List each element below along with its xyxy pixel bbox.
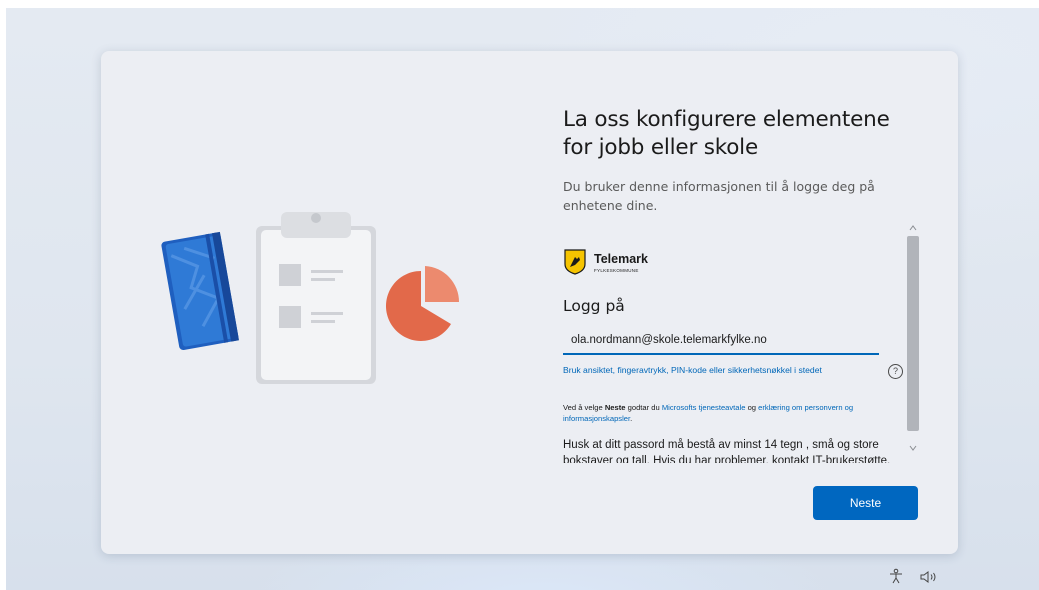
terms-prefix: Ved å velge xyxy=(563,403,603,412)
terms-of-service-link[interactable]: Microsofts tjenesteavtale xyxy=(662,403,746,412)
scrollbar-thumb[interactable] xyxy=(907,236,919,431)
signin-scrollbar[interactable] xyxy=(906,221,920,461)
org-subtitle: FYLKESKOMMUNE xyxy=(594,268,639,273)
terms-bold: Neste xyxy=(604,403,626,412)
terms-middle: godtar du xyxy=(627,403,660,412)
signin-frame: Telemark FYLKESKOMMUNE Logg på Bruk ansi… xyxy=(563,227,923,463)
page-title: La oss konfigurere elementene for jobb e… xyxy=(563,107,890,160)
volume-icon[interactable] xyxy=(920,570,938,584)
clipboard-icon xyxy=(256,212,376,384)
notebook-icon xyxy=(161,231,239,351)
setup-window: La oss konfigurere elementene for jobb e… xyxy=(101,51,958,554)
next-button[interactable]: Neste xyxy=(813,486,918,520)
scroll-up-icon[interactable] xyxy=(908,223,918,233)
page-subtitle: Du bruker denne informasjonen til å logg… xyxy=(563,179,875,213)
pie-chart-icon xyxy=(385,266,460,341)
desktop-background: La oss konfigurere elementene for jobb e… xyxy=(6,8,1039,590)
setup-content-pane: La oss konfigurere elementene for jobb e… xyxy=(563,51,958,554)
terms-end: . xyxy=(630,414,633,423)
organization-logo: Telemark FYLKESKOMMUNE xyxy=(564,249,684,279)
accessibility-icon[interactable] xyxy=(888,568,904,584)
help-icon[interactable]: ? xyxy=(888,364,903,379)
password-note: Husk at ditt passord må bestå av minst 1… xyxy=(563,439,891,463)
scroll-down-icon[interactable] xyxy=(908,443,918,453)
terms-text: Ved å velge Neste godtar du Microsofts t… xyxy=(563,402,888,424)
terms-and: og xyxy=(747,403,757,412)
org-name: Telemark xyxy=(594,252,648,266)
passwordless-signin-link[interactable]: Bruk ansiktet, fingeravtrykk, PIN-kode e… xyxy=(563,365,903,383)
signin-heading: Logg på xyxy=(563,297,625,315)
telemark-shield-icon xyxy=(564,249,586,275)
email-field[interactable] xyxy=(563,327,879,355)
work-school-illustration xyxy=(161,212,460,384)
